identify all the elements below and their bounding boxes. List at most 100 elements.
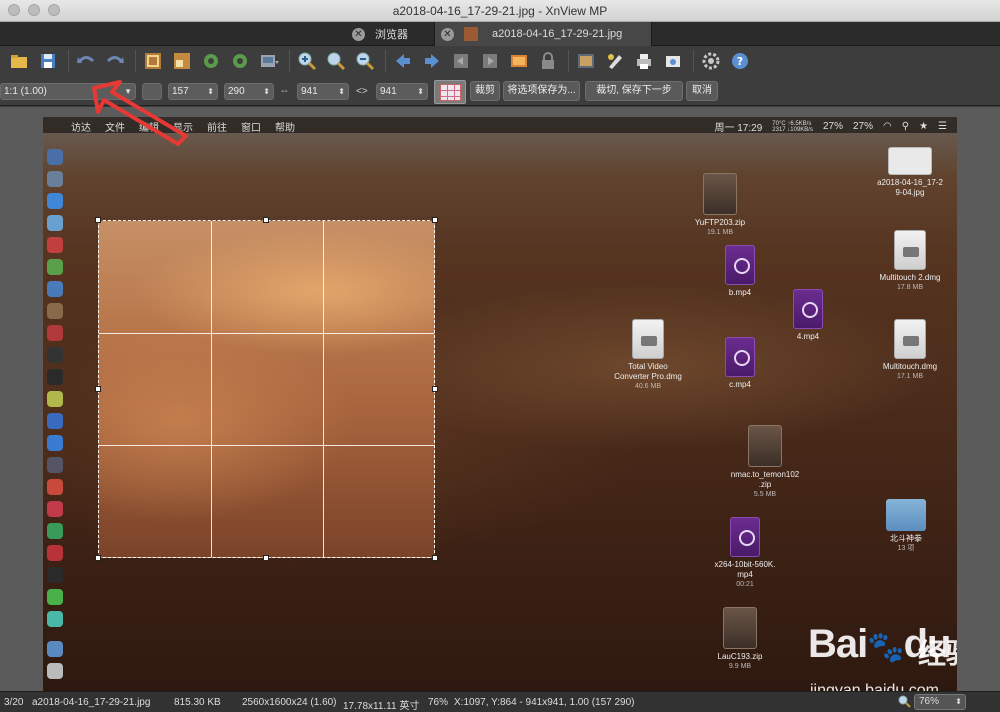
status-print-size: 17.78x11.11 英寸	[343, 701, 420, 712]
baidu-watermark: Bai🐾du 经验 jingyan.baidu.com	[808, 622, 957, 691]
zoom-out-icon[interactable]	[354, 50, 376, 72]
close-icon[interactable]: ✕	[352, 27, 365, 41]
app-icon	[47, 215, 63, 231]
dmg-file-icon	[632, 319, 664, 359]
displayed-image[interactable]: 访达 文件 编辑 显示 前往 窗口 帮助 周一 17:29 70°C ↑6.5K…	[43, 117, 957, 691]
crop-handle-top-right[interactable]	[432, 217, 438, 223]
zip-file-icon	[748, 425, 782, 467]
file-name: c.mp4	[729, 380, 751, 389]
window-title: a2018-04-16_17-29-21.jpg - XnView MP	[392, 4, 608, 18]
edit-icon[interactable]	[604, 50, 626, 72]
image-viewer[interactable]: 访达 文件 编辑 显示 前往 窗口 帮助 周一 17:29 70°C ↑6.5K…	[0, 107, 1000, 691]
rotate-left-icon[interactable]	[200, 50, 222, 72]
crop-handle-right[interactable]	[432, 386, 438, 392]
zip-file-icon	[723, 607, 757, 649]
crop-handle-bottom-left[interactable]	[95, 555, 101, 561]
toolbar-separator	[68, 50, 69, 72]
status-filename: a2018-04-16_17-29-21.jpg	[32, 697, 151, 708]
close-icon[interactable]: ✕	[441, 27, 454, 41]
watermark-url: jingyan.baidu.com	[810, 682, 939, 691]
lock-icon[interactable]	[537, 50, 559, 72]
crop-grid-line	[211, 221, 212, 557]
trash-icon	[47, 663, 63, 679]
app-icon	[47, 567, 63, 583]
folder-browse-icon[interactable]	[8, 50, 30, 72]
tab-browser[interactable]: ✕ 浏览器	[346, 22, 434, 46]
crop-selection[interactable]	[98, 220, 435, 558]
app-icon	[47, 347, 63, 363]
folder-icon	[47, 641, 63, 657]
crop-width-stepper[interactable]: 941 ⬍	[297, 83, 349, 100]
desktop-file: c.mp4	[695, 337, 785, 390]
sensor-stats: 70°C ↑6.5KB/s 2317 ↓109KB/s	[772, 121, 813, 133]
desktop-file: x264-10bit-560K. mp4 00:21	[695, 517, 795, 590]
fullscreen-icon[interactable]	[575, 50, 597, 72]
crop-button[interactable]: 裁剪	[470, 81, 500, 101]
crop-handle-top[interactable]	[263, 217, 269, 223]
print-icon[interactable]	[633, 50, 655, 72]
paw-icon: 🐾	[867, 631, 904, 664]
crop-handle-bottom-right[interactable]	[432, 555, 438, 561]
crop-save-next-button[interactable]: 裁切, 保存下一步	[585, 81, 683, 101]
crop-handle-left[interactable]	[95, 386, 101, 392]
file-size: 9.9 MB	[728, 663, 752, 670]
save-selection-button[interactable]: 将选项保存为...	[503, 81, 580, 101]
file-size: 40.6 MB	[634, 383, 662, 390]
tab-image[interactable]: ✕ a2018-04-16_17-29-21.jpg	[434, 22, 652, 46]
redo-icon[interactable]	[104, 50, 126, 72]
net-text: 2317 ↓109KB/s	[772, 126, 813, 133]
safari-icon	[47, 193, 63, 209]
stepper-arrows-icon[interactable]: ⬍	[207, 84, 214, 99]
stepper-arrows-icon[interactable]: ⬍	[417, 84, 424, 99]
search-icon: ⚲	[901, 121, 910, 132]
watermark-word-part: Bai	[808, 622, 868, 666]
crop-height-stepper[interactable]: 941 ⬍	[376, 83, 428, 100]
rotate-right-icon[interactable]	[229, 50, 251, 72]
crop-grid-line	[323, 221, 324, 557]
cancel-button[interactable]: 取消	[686, 81, 718, 101]
app-window: a2018-04-16_17-29-21.jpg - XnView MP ✕ 浏…	[0, 0, 1000, 712]
zoom-select[interactable]: 76% ⬍	[914, 694, 966, 710]
zoom-icon[interactable]	[898, 695, 911, 711]
settings-icon[interactable]	[700, 50, 722, 72]
undo-icon[interactable]	[75, 50, 97, 72]
dmg-file-icon	[894, 230, 926, 270]
battery-text: 27%	[822, 121, 843, 132]
zoom-in-icon[interactable]	[296, 50, 318, 72]
grid-toggle-button[interactable]	[434, 80, 466, 104]
first-icon[interactable]	[450, 50, 472, 72]
image-file-icon	[888, 147, 932, 175]
app-icon	[47, 259, 63, 275]
battery-text: 27%	[852, 121, 873, 132]
file-size: 17.8 MB	[896, 284, 924, 291]
slideshow-icon[interactable]	[508, 50, 530, 72]
save-icon[interactable]	[37, 50, 59, 72]
app-icon	[47, 391, 63, 407]
scan-icon[interactable]	[662, 50, 684, 72]
red-arrow-annotation	[92, 80, 188, 146]
file-name: x264-10bit-560K. mp4	[714, 560, 776, 579]
help-icon[interactable]: ?	[729, 50, 751, 72]
launchpad-icon	[47, 171, 63, 187]
app-icon	[47, 457, 63, 473]
last-icon[interactable]	[479, 50, 501, 72]
resize-icon[interactable]	[171, 50, 193, 72]
crop-icon[interactable]	[142, 50, 164, 72]
status-dimensions: 2560x1600x24 (1.60)	[242, 697, 337, 708]
toolbar-separator	[385, 50, 386, 72]
adjust-icon[interactable]	[258, 50, 280, 72]
prev-icon[interactable]	[392, 50, 414, 72]
crop-handle-bottom[interactable]	[263, 555, 269, 561]
crop-y-stepper[interactable]: 290 ⬍	[224, 83, 274, 100]
file-name: Total Video Converter Pro.dmg	[614, 362, 682, 381]
stepper-arrows-icon[interactable]: ⬍	[338, 84, 345, 99]
crop-handle-top-left[interactable]	[95, 217, 101, 223]
file-size: 5.5 MB	[753, 491, 777, 498]
list-icon: ☰	[938, 121, 947, 132]
stepper-arrows-icon[interactable]: ⬍	[263, 84, 270, 99]
next-icon[interactable]	[421, 50, 443, 72]
stepper-arrows-icon: ⬍	[955, 697, 962, 706]
video-file-icon	[725, 337, 755, 377]
swap-label: <>	[356, 86, 368, 97]
zoom-fit-icon[interactable]	[325, 50, 347, 72]
